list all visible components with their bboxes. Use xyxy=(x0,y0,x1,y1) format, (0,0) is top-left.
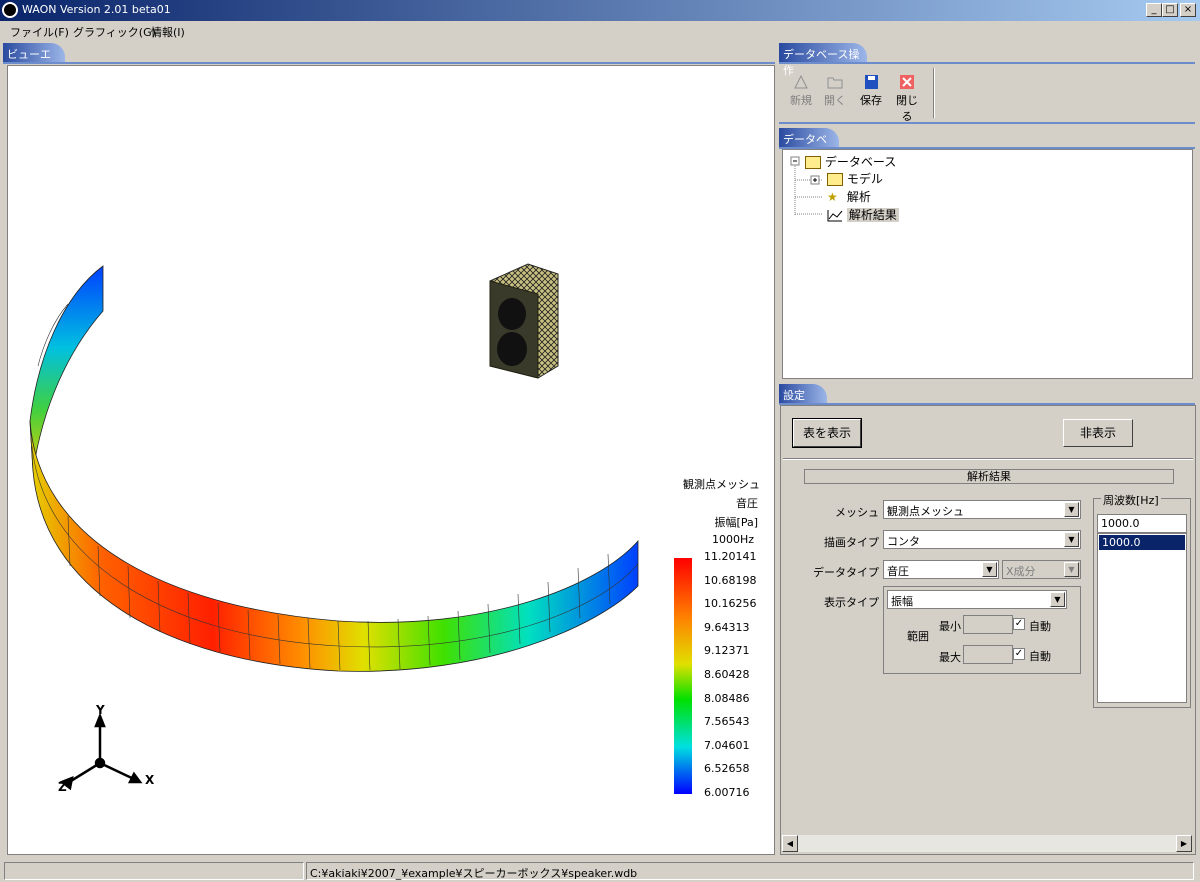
db-ops-tab: データベース操作 xyxy=(779,43,867,77)
component-select: X成分 ▼ xyxy=(1002,560,1081,579)
legend-value: 10.16256 xyxy=(704,597,757,611)
legend-quantity: 音圧 xyxy=(736,497,758,510)
color-bar xyxy=(674,558,692,794)
range-label: 範囲 xyxy=(907,630,929,643)
max-auto-checkbox[interactable]: ✓ xyxy=(1013,648,1025,660)
scroll-left-icon[interactable]: ◀ xyxy=(782,835,798,852)
settings-tab: 設定 (S) xyxy=(779,384,827,416)
legend-type: 振幅[Pa] xyxy=(714,516,758,529)
close-db-button[interactable]: 閉じる xyxy=(891,72,923,124)
min-field[interactable] xyxy=(963,615,1013,634)
mesh-ring-lower xyxy=(29,420,639,672)
graph-icon xyxy=(827,210,843,222)
legend-value: 6.00716 xyxy=(704,786,750,799)
status-bar: C:¥akiaki¥2007_¥example¥スピーカーボックス¥speake… xyxy=(0,860,1200,882)
display-type-label: 表示タイプ xyxy=(824,596,879,609)
tree-item-analysis[interactable]: ★ 解析 xyxy=(827,188,871,205)
settings-separator xyxy=(783,458,1193,460)
mesh-label: メッシュ xyxy=(835,506,879,519)
chevron-down-icon: ▼ xyxy=(1064,562,1079,577)
window-title: WAON Version 2.01 beta01 xyxy=(22,3,171,16)
min-auto-label: 自動 xyxy=(1029,620,1051,633)
legend-frequency: 1000Hz xyxy=(711,533,754,546)
draw-type-select[interactable]: コンタ ▼ xyxy=(883,530,1081,549)
min-label: 最小 xyxy=(939,620,961,633)
axis-x-label: X xyxy=(145,773,155,787)
axis-y-label: Y xyxy=(95,703,105,717)
legend-value: 7.04601 xyxy=(704,738,750,752)
minimize-button[interactable]: _ xyxy=(1146,3,1162,17)
db-toolbar: 新規 開く 保存 閉じる xyxy=(781,64,1195,124)
save-button[interactable]: 保存 xyxy=(855,72,887,108)
data-type-label: データタイプ xyxy=(813,566,879,579)
max-label: 最大 xyxy=(939,651,961,664)
legend-value: 9.64313 xyxy=(704,620,750,634)
legend-value: 7.56543 xyxy=(704,715,750,729)
speaker-box-model xyxy=(489,263,559,379)
legend-value: 11.20141 xyxy=(704,550,757,563)
frequency-input[interactable]: 1000.0 xyxy=(1097,514,1187,533)
legend-value: 10.68198 xyxy=(704,573,757,587)
min-auto-checkbox[interactable]: ✓ xyxy=(1013,618,1025,630)
analysis-icon: ★ xyxy=(827,190,838,204)
axes-indicator xyxy=(59,712,143,791)
open-folder-icon xyxy=(827,77,843,89)
menu-graphic[interactable]: グラフィック(G) xyxy=(73,24,156,40)
legend-value: 8.60428 xyxy=(704,668,750,681)
chevron-down-icon: ▼ xyxy=(1064,502,1079,517)
menu-info[interactable]: 情報(I) xyxy=(151,24,185,40)
open-button[interactable]: 開く xyxy=(819,72,851,108)
results-section-title: 解析結果 xyxy=(804,469,1174,484)
max-auto-label: 自動 xyxy=(1029,650,1051,663)
chevron-down-icon: ▼ xyxy=(1064,532,1079,547)
close-window-button[interactable]: × xyxy=(1180,3,1196,17)
legend-value: 9.12371 xyxy=(704,644,750,658)
frequency-list-item[interactable]: 1000.0 xyxy=(1099,535,1185,550)
legend-value: 8.08486 xyxy=(704,691,750,705)
chevron-down-icon: ▼ xyxy=(1050,592,1065,607)
app-icon xyxy=(2,2,18,18)
save-icon xyxy=(865,75,878,89)
tree-item-database[interactable]: データベース xyxy=(805,153,896,170)
view-area-tab: ビューエリア xyxy=(3,43,65,77)
settings-panel: 表を表示 非表示 解析結果 メッシュ 観測点メッシュ ▼ 描画タイプ コンタ ▼… xyxy=(780,405,1196,855)
mesh-ring-upper xyxy=(29,265,104,472)
axis-z-label: Z xyxy=(58,780,67,794)
data-type-select[interactable]: 音圧 ▼ xyxy=(883,560,999,579)
menu-file[interactable]: ファイル(F) xyxy=(10,24,69,40)
db-toolbar-divider xyxy=(779,122,1195,124)
status-segment-left xyxy=(4,862,304,880)
tree-item-model[interactable]: モデル xyxy=(827,170,883,187)
chevron-down-icon: ▼ xyxy=(982,562,997,577)
display-type-select[interactable]: 振幅 ▼ xyxy=(887,590,1067,609)
max-field[interactable] xyxy=(963,645,1013,664)
view-area-divider xyxy=(3,62,775,64)
folder-icon xyxy=(805,156,821,169)
view-area[interactable]: Y X Z 観測点メッシュ 音圧 振幅[Pa] 1000Hz 11.20141 1… xyxy=(7,65,775,855)
title-bar: WAON Version 2.01 beta01 _ □ × xyxy=(0,0,1200,21)
new-icon xyxy=(794,74,808,89)
mesh-select[interactable]: 観測点メッシュ ▼ xyxy=(883,500,1081,519)
new-button[interactable]: 新規 xyxy=(785,72,817,108)
scroll-right-icon[interactable]: ▶ xyxy=(1176,835,1192,852)
close-icon xyxy=(900,75,914,89)
maximize-button[interactable]: □ xyxy=(1162,3,1178,17)
legend-value: 6.52658 xyxy=(704,762,750,776)
hide-button[interactable]: 非表示 xyxy=(1063,419,1133,447)
show-table-button[interactable]: 表を表示 xyxy=(792,418,862,448)
toolbar-separator xyxy=(933,68,935,118)
tree-item-results[interactable]: 解析結果 xyxy=(827,206,899,223)
db-tree: データベース モデル ★ 解析 解析結果 xyxy=(782,149,1193,379)
db-tree-tab: データベース1 xyxy=(779,128,839,162)
folder-icon xyxy=(827,173,843,186)
frequency-group-label: 周波数[Hz] xyxy=(1101,492,1161,508)
draw-type-label: 描画タイプ xyxy=(824,536,879,549)
status-path: C:¥akiaki¥2007_¥example¥スピーカーボックス¥speake… xyxy=(306,862,1194,880)
model-canvas: Y X Z xyxy=(29,263,692,794)
frequency-list[interactable]: 1000.0 xyxy=(1097,533,1187,703)
settings-scrollbar[interactable]: ◀ ▶ xyxy=(782,835,1192,852)
menu-bar: ファイル(F) グラフィック(G) 情報(I) xyxy=(0,21,1200,41)
legend-mesh: 観測点メッシュ xyxy=(683,478,760,491)
